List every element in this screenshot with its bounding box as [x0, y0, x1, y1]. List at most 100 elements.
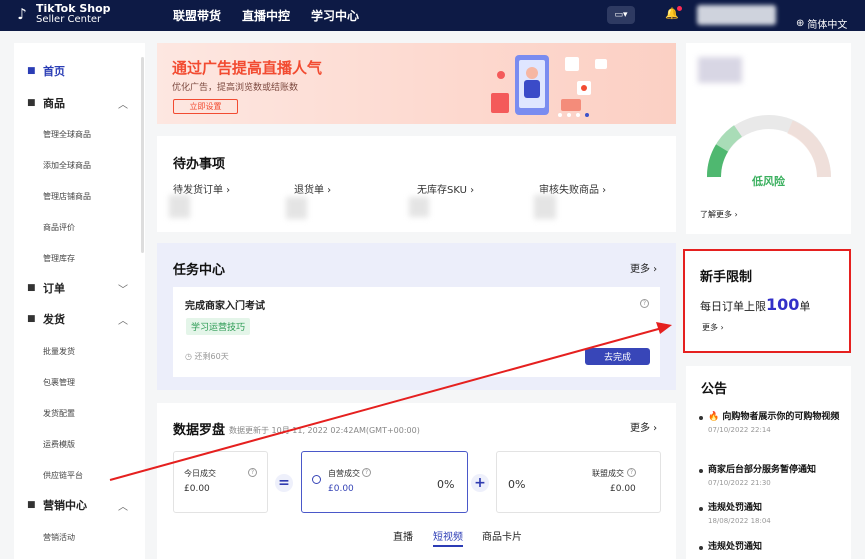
- limit-unit: 单: [799, 300, 811, 313]
- task-center-title: 任务中心: [173, 263, 226, 278]
- announcement-item[interactable]: 违规处罚通知: [699, 541, 843, 554]
- data-compass-card: 数据罗盘 数据更新于 10月 11, 2022 02:42AM(GMT+00:0…: [157, 403, 676, 559]
- nav-learning-center[interactable]: 学习中心: [311, 7, 359, 24]
- announcement-title: 🔥 向购物者展示你的可购物视频: [708, 412, 840, 422]
- top-nav: 联盟带货 直播中控 学习中心: [173, 7, 359, 24]
- metric-affiliate-sales[interactable]: 0% 联盟成交 ? £0.00: [496, 451, 661, 513]
- banner-subtitle: 优化广告，提高浏览数或结账数: [172, 83, 299, 93]
- carousel-dot[interactable]: [567, 113, 571, 117]
- help-icon[interactable]: ?: [627, 468, 636, 477]
- todo-count-redacted: [409, 197, 429, 217]
- sidebar-item-label: 包裹管理: [43, 377, 75, 387]
- announcement-title: 违规处罚通知: [708, 503, 763, 513]
- sidebar-item-products[interactable]: ■ 商品 ︿: [14, 93, 145, 113]
- sidebar-item-label: 营销中心: [43, 499, 87, 512]
- sidebar-item-marketing[interactable]: ■ 营销中心 ︿: [14, 495, 145, 515]
- compass-more-link[interactable]: 更多 ›: [630, 419, 657, 434]
- tab-live[interactable]: 直播: [393, 528, 413, 543]
- nav-live-console[interactable]: 直播中控: [242, 7, 290, 24]
- task-center-more-link[interactable]: 更多 ›: [630, 260, 657, 275]
- task-tag: 学习运营技巧: [186, 318, 251, 335]
- sidebar-item-package-management[interactable]: 包裹管理: [14, 372, 145, 392]
- sidebar-item-label: 营销活动: [43, 532, 75, 542]
- sidebar-item-home[interactable]: ■ 首页: [14, 61, 145, 81]
- announcement-date: 18/08/2022 18:04: [708, 517, 771, 525]
- sidebar-item-marketing-campaigns[interactable]: 营销活动: [14, 527, 145, 547]
- sidebar-item-shipping-config[interactable]: 发货配置: [14, 403, 145, 423]
- account-avatar-redacted[interactable]: [697, 5, 776, 25]
- task-title: 完成商家入门考试: [185, 301, 265, 312]
- banner-setup-button[interactable]: 立即设置: [173, 99, 238, 114]
- sidebar-item-freight-template[interactable]: 运费模版: [14, 434, 145, 454]
- carousel-dot-active[interactable]: [585, 113, 589, 117]
- sidebar-item-label: 供应链平台: [43, 470, 83, 480]
- sidebar-item-manage-global-products[interactable]: 管理全球商品: [14, 124, 145, 144]
- sidebar-item-manage-shop-products[interactable]: 管理店铺商品: [14, 186, 145, 206]
- banner-carousel-dots[interactable]: [558, 113, 589, 117]
- promo-banner[interactable]: 通过广告提高直播人气 优化广告，提高浏览数或结账数 立即设置: [157, 43, 676, 124]
- todo-pending-orders[interactable]: 待发货订单 ›: [173, 181, 230, 196]
- limit-more-link[interactable]: 更多 ›: [702, 322, 724, 333]
- announcement-item[interactable]: 🔥 向购物者展示你的可购物视频 07/10/2022 22:14: [699, 411, 843, 434]
- sidebar-item-label: 管理库存: [43, 253, 75, 263]
- sidebar-item-product-reviews[interactable]: 商品评价: [14, 217, 145, 237]
- task-complete-button[interactable]: 去完成: [585, 348, 650, 365]
- limit-label: 每日订单上限: [700, 300, 766, 313]
- radio-selected-icon[interactable]: [312, 475, 321, 484]
- tab-short-video[interactable]: 短视频: [433, 528, 463, 547]
- todo-title: 待办事项: [173, 157, 226, 172]
- metric-self-sales[interactable]: 自营成交 ? £0.00 0%: [301, 451, 468, 513]
- todo-out-of-stock-sku[interactable]: 无库存SKU ›: [417, 181, 474, 196]
- sidebar-item-orders[interactable]: ■ 订单 ﹀: [14, 278, 145, 298]
- nav-affiliate[interactable]: 联盟带货: [173, 7, 221, 24]
- tab-product-card[interactable]: 商品卡片: [482, 528, 522, 543]
- globe-icon: ⊕: [796, 18, 805, 29]
- compass-updated-time: 数据更新于 10月 11, 2022 02:42AM(GMT+00:00): [229, 426, 420, 435]
- metric-value: £0.00: [184, 484, 210, 494]
- equals-sign: =: [275, 474, 293, 492]
- help-icon[interactable]: ?: [640, 299, 649, 308]
- todo-returns[interactable]: 退货单 ›: [294, 181, 331, 196]
- carousel-dot[interactable]: [558, 113, 562, 117]
- announcement-title: 商家后台部分服务暂停通知: [708, 465, 817, 475]
- notification-bell-icon[interactable]: 🔔: [665, 7, 679, 38]
- truck-icon: ■: [27, 314, 36, 324]
- todo-failed-review-products[interactable]: 审核失败商品 ›: [539, 181, 606, 196]
- sidebar-item-supply-chain[interactable]: 供应链平台: [14, 465, 145, 485]
- announcement-item[interactable]: 违规处罚通知 18/08/2022 18:04: [699, 502, 843, 525]
- announcement-item[interactable]: 商家后台部分服务暂停通知 07/10/2022 21:30: [699, 464, 843, 487]
- sidebar-item-inventory[interactable]: 管理库存: [14, 248, 145, 268]
- sidebar-item-label: 批量发货: [43, 346, 75, 356]
- todo-count-redacted: [286, 197, 307, 219]
- announcements-title: 公告: [701, 382, 728, 397]
- bullet-icon: [699, 416, 703, 420]
- account-risk-card: 低风险 了解更多 ›: [686, 43, 851, 234]
- home-icon: ■: [27, 66, 36, 76]
- help-icon[interactable]: ?: [248, 468, 257, 477]
- sidebar: ■ 首页 ■ 商品 ︿ 管理全球商品 添加全球商品 管理店铺商品 商品评价 管理…: [14, 43, 145, 559]
- risk-learn-more-link[interactable]: 了解更多 ›: [700, 209, 738, 220]
- banner-title: 通过广告提高直播人气: [172, 59, 323, 77]
- metric-today-sales[interactable]: 今日成交 ? £0.00: [173, 451, 268, 513]
- newcomer-limit-card: 新手限制 每日订单上限100单 更多 ›: [683, 249, 851, 353]
- sidebar-item-add-global-products[interactable]: 添加全球商品: [14, 155, 145, 175]
- help-icon[interactable]: ?: [362, 468, 371, 477]
- carousel-dot[interactable]: [576, 113, 580, 117]
- logo-subtitle: Seller Center: [36, 14, 102, 25]
- language-switcher[interactable]: ⊕ 简体中文: [796, 8, 847, 39]
- tiktok-shop-logo[interactable]: ♪ TikTok Shop Seller Center: [12, 3, 110, 25]
- sidebar-item-shipping[interactable]: ■ 发货 ︿: [14, 309, 145, 329]
- compass-title: 数据罗盘: [173, 423, 226, 438]
- bullet-icon: [699, 546, 703, 550]
- chevron-up-icon: ︿: [118, 501, 128, 513]
- task-remaining-text: 还剩60天: [194, 352, 229, 361]
- sidebar-item-label: 商品: [43, 97, 65, 110]
- limit-text: 每日订单上限100单: [700, 295, 810, 314]
- message-button[interactable]: ▭▾: [607, 6, 635, 24]
- bullet-icon: [699, 507, 703, 511]
- limit-number: 100: [766, 295, 800, 314]
- announcement-date: 07/10/2022 22:14: [708, 426, 771, 434]
- sidebar-item-bulk-ship[interactable]: 批量发货: [14, 341, 145, 361]
- top-bar: ♪ TikTok Shop Seller Center 联盟带货 直播中控 学习…: [0, 0, 865, 31]
- marketing-icon: ■: [27, 500, 36, 510]
